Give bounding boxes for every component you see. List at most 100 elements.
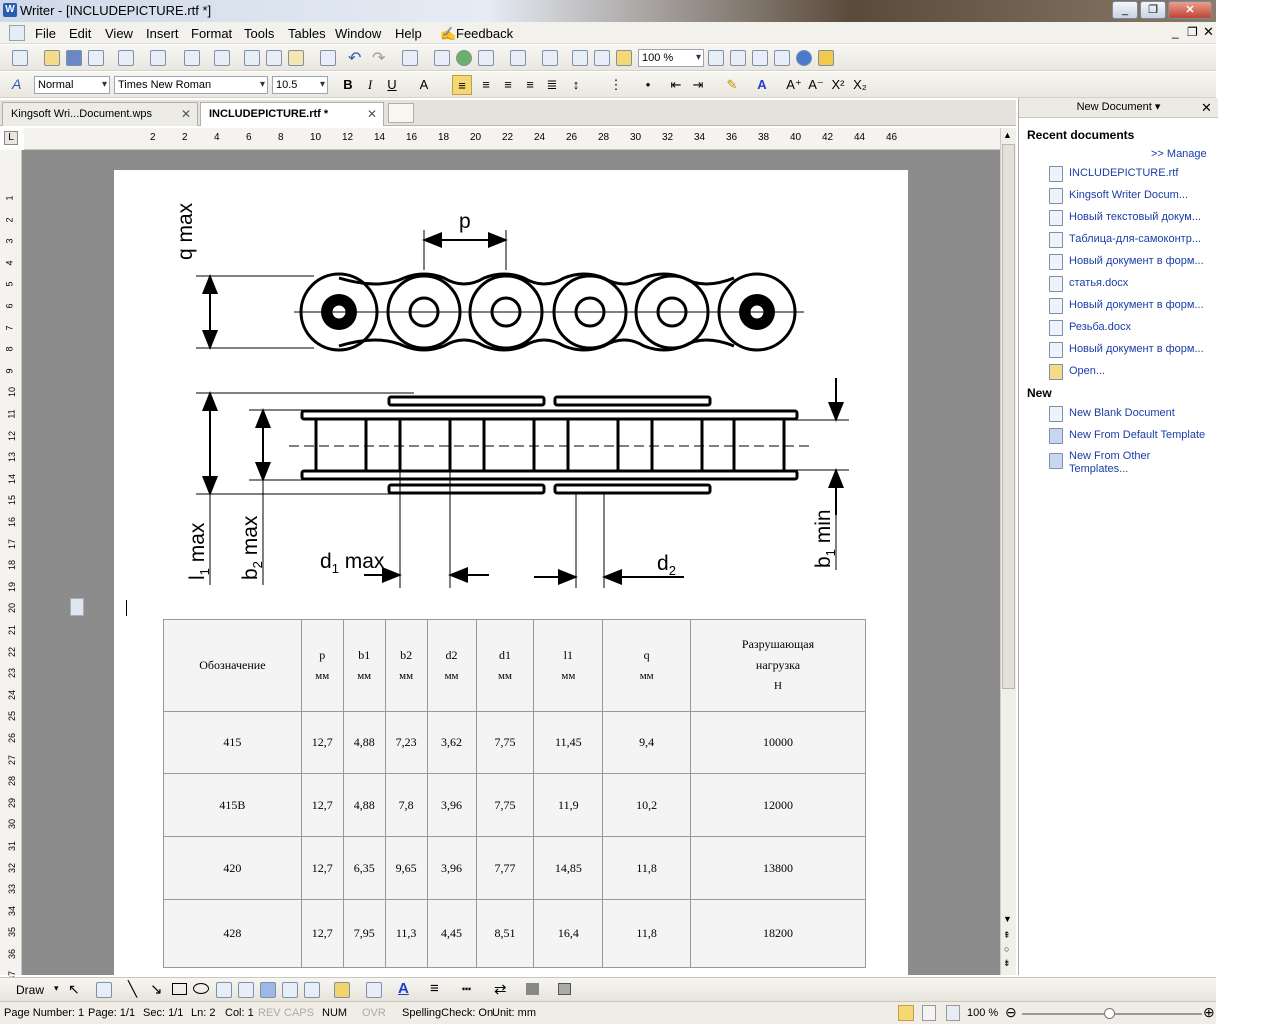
copy-icon[interactable] (244, 50, 260, 66)
insert-table-icon[interactable] (402, 50, 418, 66)
open-folder-icon[interactable] (44, 50, 60, 66)
menu-file[interactable]: File (35, 26, 56, 41)
menu-feedback[interactable]: Feedback (456, 26, 513, 41)
draw-menu-button[interactable]: Draw (16, 983, 44, 997)
save-all-icon[interactable] (88, 50, 104, 66)
table-cell[interactable]: 11,8 (602, 836, 692, 900)
vertical-scrollbar[interactable]: ▲ ▼ ⇞ ○ ⇟ (1000, 128, 1016, 975)
save-icon[interactable] (66, 50, 82, 66)
table-cell[interactable]: 9,65 (384, 836, 428, 900)
horizontal-ruler[interactable]: 2 2 4 6 8 10 12 14 16 18 20 22 24 26 28 30 32 34 36 38 40 42 4… (24, 128, 1000, 150)
table-grid-icon[interactable] (478, 50, 494, 66)
bold-button[interactable]: B (338, 75, 358, 95)
table-cell[interactable]: 428 (163, 899, 302, 968)
table-cell[interactable]: 7,95 (342, 899, 386, 968)
table-cell[interactable]: 11,9 (533, 773, 604, 837)
highlight-button[interactable]: ✎ (722, 75, 742, 95)
tab-stop-selector[interactable]: L (4, 131, 18, 145)
table-cell[interactable]: 3,96 (426, 836, 477, 900)
recent-document-link[interactable]: INCLUDEPICTURE.rtf (1069, 167, 1178, 179)
redo-icon[interactable]: ↷ (372, 48, 385, 68)
autoshapes-icon[interactable] (96, 982, 112, 998)
table-cell[interactable]: 3,62 (426, 711, 477, 774)
doc-minimize-button[interactable]: _ (1172, 25, 1179, 39)
scroll-up-icon[interactable]: ▲ (1003, 130, 1012, 140)
new-tab-button[interactable] (388, 103, 414, 123)
font-size-select[interactable]: 10.5 (272, 76, 328, 94)
zoom-in-icon[interactable]: ⊕ (1203, 1004, 1215, 1021)
paragraph-mark-icon[interactable] (594, 50, 610, 66)
table-header-cell[interactable]: d2 мм (426, 619, 477, 712)
find-icon[interactable] (708, 50, 724, 66)
table-cell[interactable]: 12,7 (300, 899, 344, 968)
shrink-font-button[interactable]: A⁻ (806, 75, 826, 95)
underline-button[interactable]: U (382, 75, 402, 95)
menu-edit[interactable]: Edit (69, 26, 91, 41)
table-cell[interactable]: 12,7 (300, 773, 344, 837)
new-document-icon[interactable] (12, 50, 28, 66)
table-header-cell[interactable]: Обозначение (163, 619, 302, 712)
font-color-button[interactable]: A (752, 75, 772, 95)
table-cell[interactable]: 7,23 (384, 711, 428, 774)
doc-close-button[interactable]: ✕ (1203, 24, 1214, 40)
table-header-cell[interactable]: b2 мм (384, 619, 428, 712)
vertical-text-box-icon[interactable] (238, 982, 254, 998)
paste-icon[interactable] (288, 50, 304, 66)
dash-style-icon[interactable]: ┅ (462, 980, 471, 998)
window-icon[interactable] (774, 50, 790, 66)
maximize-button[interactable]: ❐ (1140, 1, 1166, 19)
superscript-button[interactable]: X² (828, 75, 848, 95)
decrease-indent-button[interactable]: ⇤ (666, 75, 686, 95)
increase-indent-button[interactable]: ⇥ (688, 75, 708, 95)
text-box-tool-icon[interactable] (216, 982, 232, 998)
web-view-icon[interactable] (946, 1005, 960, 1021)
style-select[interactable]: Normal (34, 76, 110, 94)
menu-insert[interactable]: Insert (146, 26, 179, 41)
close-tab-icon[interactable]: ✕ (367, 107, 377, 121)
hyperlink-icon[interactable] (456, 50, 472, 66)
cut-icon[interactable] (266, 50, 282, 66)
draw-menu-arrow-icon[interactable]: ▾ (54, 983, 59, 994)
undo-icon[interactable]: ↶ (348, 48, 361, 68)
zoom-out-icon[interactable]: ⊖ (1005, 1004, 1017, 1021)
subscript-button[interactable]: X₂ (850, 75, 870, 95)
zoom-select[interactable]: 100 % (638, 49, 704, 67)
table-cell[interactable]: 7,75 (475, 711, 535, 774)
line-tool-icon[interactable]: ╲ (128, 980, 137, 998)
open-link[interactable]: Open... (1069, 365, 1105, 377)
table-header-cell[interactable]: l1 мм (533, 619, 604, 712)
table-header-cell[interactable]: b1 мм (342, 619, 386, 712)
table-cell[interactable]: 12000 (690, 773, 866, 837)
vertical-ruler[interactable]: 1 2 3 4 5 6 7 8 9 10 11 12 13 14 15 16 17 18 19 20 21 22 23 24 2… (0, 150, 22, 1002)
table-cell[interactable]: 12,7 (300, 836, 344, 900)
new-other-templates-link[interactable]: New From Other Templates... (1069, 450, 1189, 476)
prev-page-icon[interactable]: ⇞ (1003, 930, 1011, 941)
recent-document-link[interactable]: Новый текстовый докум... (1069, 211, 1201, 223)
wordart-icon[interactable] (260, 982, 276, 998)
table-cell[interactable]: 9,4 (602, 711, 692, 774)
zoom-slider-thumb[interactable] (1104, 1008, 1115, 1019)
page-view-icon[interactable] (898, 1005, 914, 1021)
align-right-button[interactable]: ≡ (498, 75, 518, 95)
arrow-tool-icon[interactable]: ↘ (150, 980, 163, 998)
menu-window[interactable]: Window (335, 26, 381, 41)
table-cell[interactable]: 10,2 (602, 773, 692, 837)
task-pane-header[interactable]: New Document ▾ (1019, 98, 1218, 118)
table-cell[interactable]: 11,45 (533, 711, 604, 774)
table-header-cell[interactable]: p мм (300, 619, 344, 712)
table-cell[interactable]: 18200 (690, 899, 866, 968)
recent-document-link[interactable]: статья.docx (1069, 277, 1128, 289)
italic-button[interactable]: I (360, 75, 380, 95)
align-center-button[interactable]: ≡ (476, 75, 496, 95)
close-tab-icon[interactable]: ✕ (181, 107, 191, 121)
table-header-cell[interactable]: q мм (602, 619, 692, 712)
table-cell[interactable]: 415B (163, 773, 302, 837)
print-icon[interactable] (118, 50, 134, 66)
table-cell[interactable]: 10000 (690, 711, 866, 774)
table-cell[interactable]: 7,8 (384, 773, 428, 837)
table-cell[interactable]: 12,7 (300, 711, 344, 774)
clipart-icon[interactable] (282, 982, 298, 998)
recent-document-link[interactable]: Новый документ в форм... (1069, 299, 1204, 311)
browse-object-icon[interactable]: ○ (1004, 944, 1009, 954)
font-select[interactable]: Times New Roman (114, 76, 268, 94)
